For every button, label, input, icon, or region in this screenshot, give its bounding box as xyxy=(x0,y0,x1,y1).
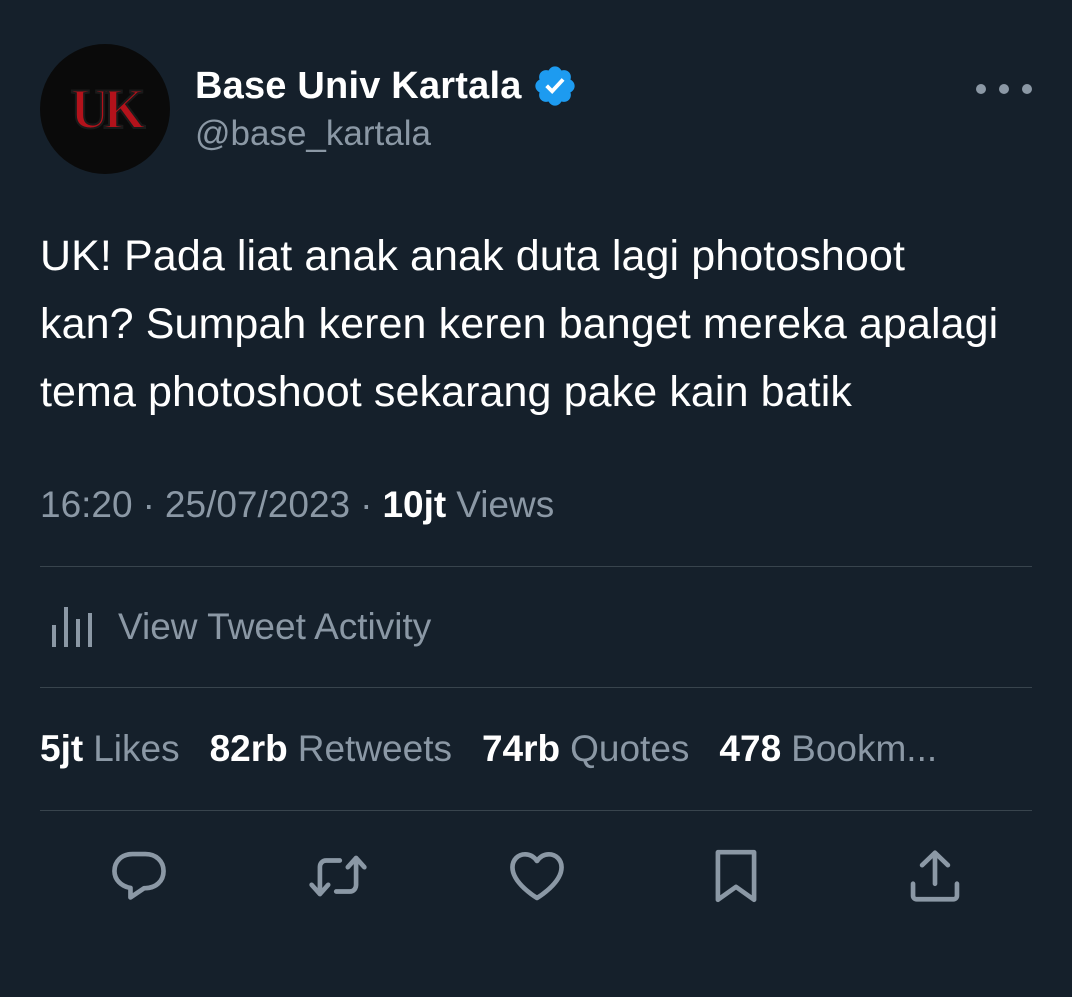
more-options-icon[interactable] xyxy=(976,74,1032,104)
views-count: 10jt xyxy=(382,484,447,525)
views-label: Views xyxy=(456,484,555,525)
reply-icon xyxy=(112,851,166,900)
verified-badge-icon xyxy=(534,66,575,106)
tweet-time[interactable]: 16:20 xyxy=(40,484,133,526)
tweet-header: UK Base Univ Kartala @base_kartala xyxy=(40,44,1032,174)
retweets-count: 82rb xyxy=(209,728,288,769)
author-handle[interactable]: @base_kartala xyxy=(195,114,431,154)
retweet-button[interactable] xyxy=(305,843,371,909)
tweet-text: UK! Pada liat anak anak duta lagi photos… xyxy=(40,232,999,416)
more-dot xyxy=(1022,84,1032,94)
author-display-name[interactable]: Base Univ Kartala xyxy=(195,65,522,108)
avatar[interactable]: UK xyxy=(40,44,170,174)
view-tweet-activity-button[interactable]: View Tweet Activity xyxy=(40,567,1032,687)
reply-button[interactable] xyxy=(106,843,172,909)
retweets-label: Retweets xyxy=(297,728,452,769)
bookmarks-label: Bookm... xyxy=(791,728,938,769)
quotes-stat[interactable]: 74rb Quotes xyxy=(482,728,689,770)
bookmark-icon xyxy=(715,849,757,903)
likes-count: 5jt xyxy=(40,728,84,769)
tweet-meta: 16:20 · 25/07/2023 · 10jt Views xyxy=(40,480,1032,530)
retweets-stat[interactable]: 82rb Retweets xyxy=(210,728,452,770)
bookmarks-count: 478 xyxy=(719,728,782,769)
retweet-icon xyxy=(309,855,367,897)
heart-icon xyxy=(510,851,564,901)
likes-stat[interactable]: 5jt Likes xyxy=(40,728,180,770)
share-icon xyxy=(910,850,960,902)
like-button[interactable] xyxy=(504,843,570,909)
bookmarks-stat[interactable]: 478 Bookm... xyxy=(719,728,937,770)
more-dot xyxy=(999,84,1009,94)
tweet-detail: UK Base Univ Kartala @base_kartala UK! P… xyxy=(40,44,1032,941)
analytics-icon xyxy=(52,607,92,647)
quotes-count: 74rb xyxy=(481,728,561,769)
action-bar xyxy=(40,811,1032,941)
meta-separator: · xyxy=(360,484,373,525)
engagement-stats: 5jt Likes 82rb Retweets 74rb Quotes 478 Book… xyxy=(40,688,1032,810)
avatar-logo: UK xyxy=(70,76,147,141)
quotes-label: Quotes xyxy=(570,728,690,769)
more-dot xyxy=(976,84,986,94)
share-button[interactable] xyxy=(902,843,968,909)
tweet-date[interactable]: 25/07/2023 xyxy=(165,484,350,526)
view-tweet-activity-label: View Tweet Activity xyxy=(118,606,432,647)
author-name-row: Base Univ Kartala xyxy=(195,64,578,108)
likes-label: Likes xyxy=(93,728,180,769)
meta-separator: · xyxy=(142,484,155,525)
bookmark-button[interactable] xyxy=(703,843,769,909)
